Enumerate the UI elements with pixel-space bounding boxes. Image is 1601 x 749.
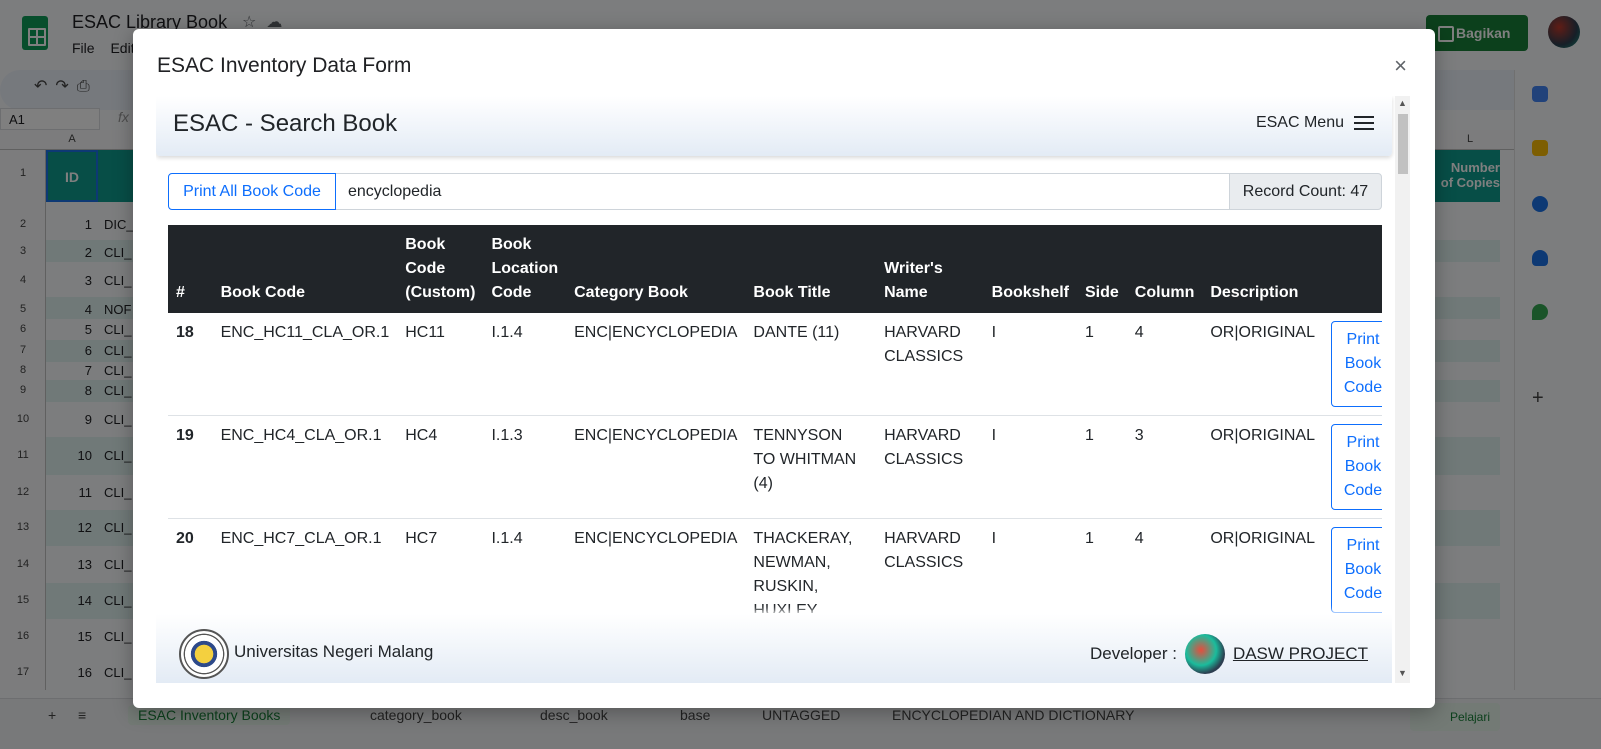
print-book-code-button[interactable]: Print Book Code [1330, 424, 1382, 510]
book-table: # Book Code Book Code (Custom) Book Loca… [168, 225, 1382, 632]
university-logo-icon [179, 629, 229, 679]
search-input[interactable]: encyclopedia [336, 173, 1229, 210]
th-book-location-code: Book Location Code [483, 225, 567, 313]
scroll-down-icon[interactable]: ▼ [1398, 668, 1407, 678]
frame-scrollbar[interactable]: ▲ ▼ [1395, 96, 1410, 683]
developer-credit: Developer : DASW PROJECT [1090, 634, 1368, 674]
app-title: ESAC - Search Book [173, 110, 398, 137]
th-actions [1322, 225, 1382, 313]
row-number: 19 [168, 415, 213, 519]
side: 1 [1077, 313, 1127, 416]
app-footer: Universitas Negeri Malang Developer : DA… [156, 613, 1392, 683]
hamburger-icon [1354, 116, 1374, 130]
th-side: Side [1077, 225, 1127, 313]
writers-name: HARVARD CLASSICS [876, 415, 984, 519]
book-code: ENC_HC11_CLA_OR.1 [212, 313, 398, 416]
th-bookshelf: Bookshelf [983, 225, 1077, 313]
book-location-code: I.1.4 [483, 313, 567, 416]
search-group: Print All Book Code encyclopedia Record … [168, 173, 1382, 210]
inventory-form-modal: ESAC Inventory Data Form × ESAC - Search… [133, 29, 1435, 708]
th-book-code: Book Code [212, 225, 398, 313]
book-code-custom: HC11 [397, 313, 484, 416]
print-book-code-button[interactable]: Print Book Code [1330, 321, 1382, 407]
esac-menu-label: ESAC Menu [1255, 114, 1344, 131]
writers-name: HARVARD CLASSICS [876, 313, 984, 416]
book-code-custom: HC4 [397, 415, 484, 519]
scroll-thumb[interactable] [1398, 114, 1408, 174]
book-code: ENC_HC4_CLA_OR.1 [212, 415, 398, 519]
close-icon[interactable]: × [1394, 53, 1407, 79]
description: OR|ORIGINAL [1202, 313, 1323, 416]
app-frame: ESAC - Search Book ESAC Menu Print All B… [156, 96, 1410, 683]
developer-link[interactable]: DASW PROJECT [1233, 644, 1368, 664]
th-category-book: Category Book [566, 225, 746, 313]
bookshelf: I [983, 313, 1077, 416]
actions-cell: Print Book Code [1322, 313, 1382, 416]
th-number: # [168, 225, 213, 313]
print-book-code-button[interactable]: Print Book Code [1330, 527, 1382, 613]
app-header: ESAC - Search Book ESAC Menu [156, 96, 1392, 156]
th-book-code-custom: Book Code (Custom) [397, 225, 484, 313]
esac-menu-button[interactable]: ESAC Menu [1256, 114, 1374, 132]
th-writers-name: Writer's Name [876, 225, 984, 313]
developer-label: Developer : [1090, 644, 1177, 663]
developer-logo-icon [1184, 634, 1225, 674]
column: 4 [1126, 313, 1203, 416]
record-count: Record Count: 47 [1229, 173, 1382, 210]
table-row: 18 ENC_HC11_CLA_OR.1 HC11 I.1.4 ENC|ENCY… [168, 313, 1382, 416]
description: OR|ORIGINAL [1202, 415, 1323, 519]
th-book-title: Book Title [745, 225, 877, 313]
table-row: 19 ENC_HC4_CLA_OR.1 HC4 I.1.3 ENC|ENCYCL… [168, 415, 1382, 519]
th-description: Description [1202, 225, 1323, 313]
bookshelf: I [983, 415, 1077, 519]
category-book: ENC|ENCYCLOPEDIA [566, 313, 746, 416]
book-title: TENNYSON TO WHITMAN (4) [745, 415, 877, 519]
university-name: Universitas Negeri Malang [234, 642, 434, 661]
actions-cell: Print Book Code [1322, 415, 1382, 519]
modal-title: ESAC Inventory Data Form [157, 54, 412, 77]
book-location-code: I.1.3 [483, 415, 567, 519]
print-all-book-code-button[interactable]: Print All Book Code [168, 173, 336, 210]
side: 1 [1077, 415, 1127, 519]
category-book: ENC|ENCYCLOPEDIA [566, 415, 746, 519]
scroll-up-icon[interactable]: ▲ [1398, 98, 1407, 108]
column: 3 [1126, 415, 1203, 519]
book-title: DANTE (11) [745, 313, 877, 416]
table-header-row: # Book Code Book Code (Custom) Book Loca… [168, 225, 1382, 313]
th-column: Column [1126, 225, 1203, 313]
row-number: 18 [168, 313, 213, 416]
